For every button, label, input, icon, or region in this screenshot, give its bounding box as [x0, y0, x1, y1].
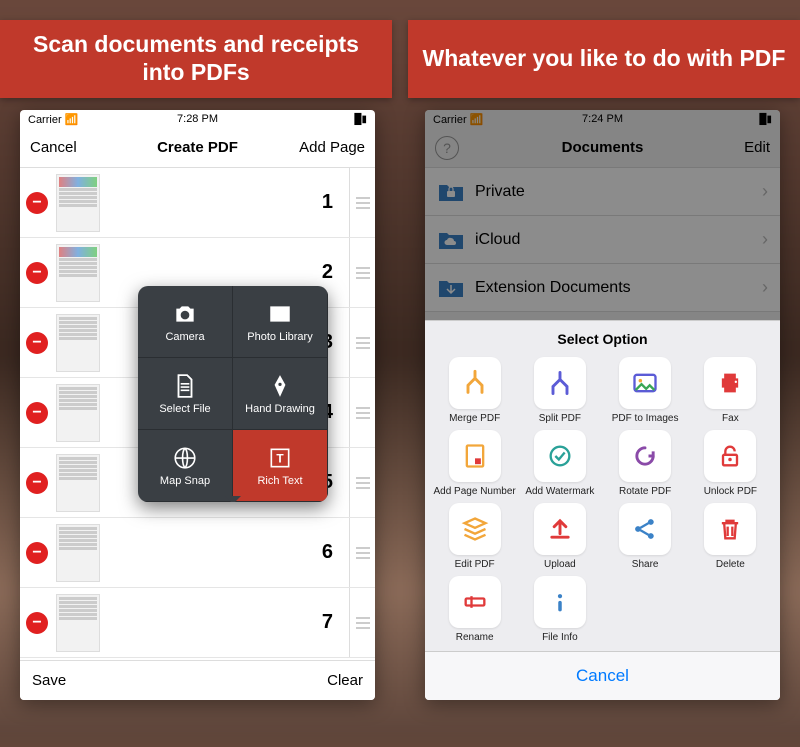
drag-handle[interactable] — [349, 238, 369, 307]
page-number: 1 — [322, 191, 333, 214]
option-file-info[interactable]: File Info — [518, 576, 601, 643]
drag-handle[interactable] — [349, 308, 369, 377]
option-pdf-to-images[interactable]: PDF to Images — [604, 357, 687, 424]
globe-icon — [172, 445, 198, 471]
sheet-title: Select Option — [425, 321, 780, 353]
drag-handle[interactable] — [349, 448, 369, 517]
status-time: 7:28 PM — [20, 113, 375, 125]
add-page-popover: Camera Photo Library Select File Hand Dr… — [138, 286, 328, 502]
option-fax[interactable]: Fax — [689, 357, 772, 424]
delete-row-button[interactable]: − — [26, 192, 48, 214]
banner-right: Whatever you like to do with PDF — [408, 20, 800, 98]
save-button[interactable]: Save — [32, 672, 66, 689]
drag-handle[interactable] — [349, 168, 369, 237]
banner-left: Scan documents and receipts into PDFs — [0, 20, 392, 98]
info-icon — [546, 588, 574, 616]
camera-icon — [172, 301, 198, 327]
rotate-icon — [631, 442, 659, 470]
option-rename[interactable]: Rename — [433, 576, 516, 643]
clear-button[interactable]: Clear — [327, 672, 363, 689]
delete-row-button[interactable]: − — [26, 402, 48, 424]
page-number: 2 — [322, 261, 333, 284]
popover-select-file[interactable]: Select File — [138, 358, 233, 430]
delete-row-button[interactable]: − — [26, 472, 48, 494]
option-edit-pdf[interactable]: Edit PDF — [433, 503, 516, 570]
image-icon — [631, 369, 659, 397]
page-row[interactable]: − 7 — [20, 588, 375, 658]
bottom-toolbar: Save Clear — [20, 660, 375, 700]
page-thumbnail — [56, 524, 100, 582]
delete-row-button[interactable]: − — [26, 542, 48, 564]
drag-handle[interactable] — [349, 588, 369, 657]
option-upload[interactable]: Upload — [518, 503, 601, 570]
delete-row-button[interactable]: − — [26, 332, 48, 354]
page-number-icon — [461, 442, 489, 470]
layers-icon — [461, 515, 489, 543]
option-split-pdf[interactable]: Split PDF — [518, 357, 601, 424]
page-thumbnail — [56, 594, 100, 652]
option-share[interactable]: Share — [604, 503, 687, 570]
share-icon — [631, 515, 659, 543]
trash-icon — [716, 515, 744, 543]
option-add-watermark[interactable]: Add Watermark — [518, 430, 601, 497]
status-bar: Carrier 📶 7:28 PM █▮ — [20, 110, 375, 128]
page-thumbnail — [56, 314, 100, 372]
option-grid: Merge PDF Split PDF PDF to Images Fax Ad… — [425, 353, 780, 651]
option-unlock-pdf[interactable]: Unlock PDF — [689, 430, 772, 497]
page-number: 7 — [322, 611, 333, 634]
upload-icon — [546, 515, 574, 543]
popover-camera[interactable]: Camera — [138, 286, 233, 358]
fax-icon — [716, 369, 744, 397]
option-delete[interactable]: Delete — [689, 503, 772, 570]
popover-photo-library[interactable]: Photo Library — [233, 286, 328, 358]
page-thumbnail — [56, 244, 100, 302]
page-row[interactable]: − 1 — [20, 168, 375, 238]
drag-handle[interactable] — [349, 378, 369, 447]
right-screenshot: Carrier 📶 7:24 PM █▮ ? Documents Edit Pr… — [425, 110, 780, 700]
option-rotate-pdf[interactable]: Rotate PDF — [604, 430, 687, 497]
nav-bar: Cancel Create PDF Add Page — [20, 128, 375, 168]
rich-text-icon: T — [267, 445, 293, 471]
popover-map-snap[interactable]: Map Snap — [138, 430, 233, 502]
option-sheet: Select Option Merge PDF Split PDF PDF to… — [425, 320, 780, 700]
delete-row-button[interactable]: − — [26, 612, 48, 634]
page-thumbnail — [56, 384, 100, 442]
pen-icon — [267, 373, 293, 399]
popover-rich-text[interactable]: T Rich Text — [233, 430, 328, 502]
cancel-button[interactable]: Cancel — [30, 139, 77, 156]
option-merge-pdf[interactable]: Merge PDF — [433, 357, 516, 424]
popover-hand-drawing[interactable]: Hand Drawing — [233, 358, 328, 430]
unlock-icon — [716, 442, 744, 470]
delete-row-button[interactable]: − — [26, 262, 48, 284]
page-number: 6 — [322, 541, 333, 564]
page-list: − 1 − 2 − 3 − 4 − 5 — [20, 168, 375, 658]
watermark-icon — [546, 442, 574, 470]
file-icon — [172, 373, 198, 399]
split-icon — [546, 369, 574, 397]
option-add-page-number[interactable]: Add Page Number — [433, 430, 516, 497]
add-page-button[interactable]: Add Page — [299, 139, 365, 156]
drag-handle[interactable] — [349, 518, 369, 587]
left-screenshot: Carrier 📶 7:28 PM █▮ Cancel Create PDF A… — [20, 110, 375, 700]
page-thumbnail — [56, 174, 100, 232]
sheet-cancel-button[interactable]: Cancel — [425, 651, 780, 700]
rename-icon — [461, 588, 489, 616]
merge-icon — [461, 369, 489, 397]
page-thumbnail — [56, 454, 100, 512]
page-row[interactable]: − 6 — [20, 518, 375, 588]
photo-library-icon — [267, 301, 293, 327]
svg-text:T: T — [276, 451, 284, 465]
